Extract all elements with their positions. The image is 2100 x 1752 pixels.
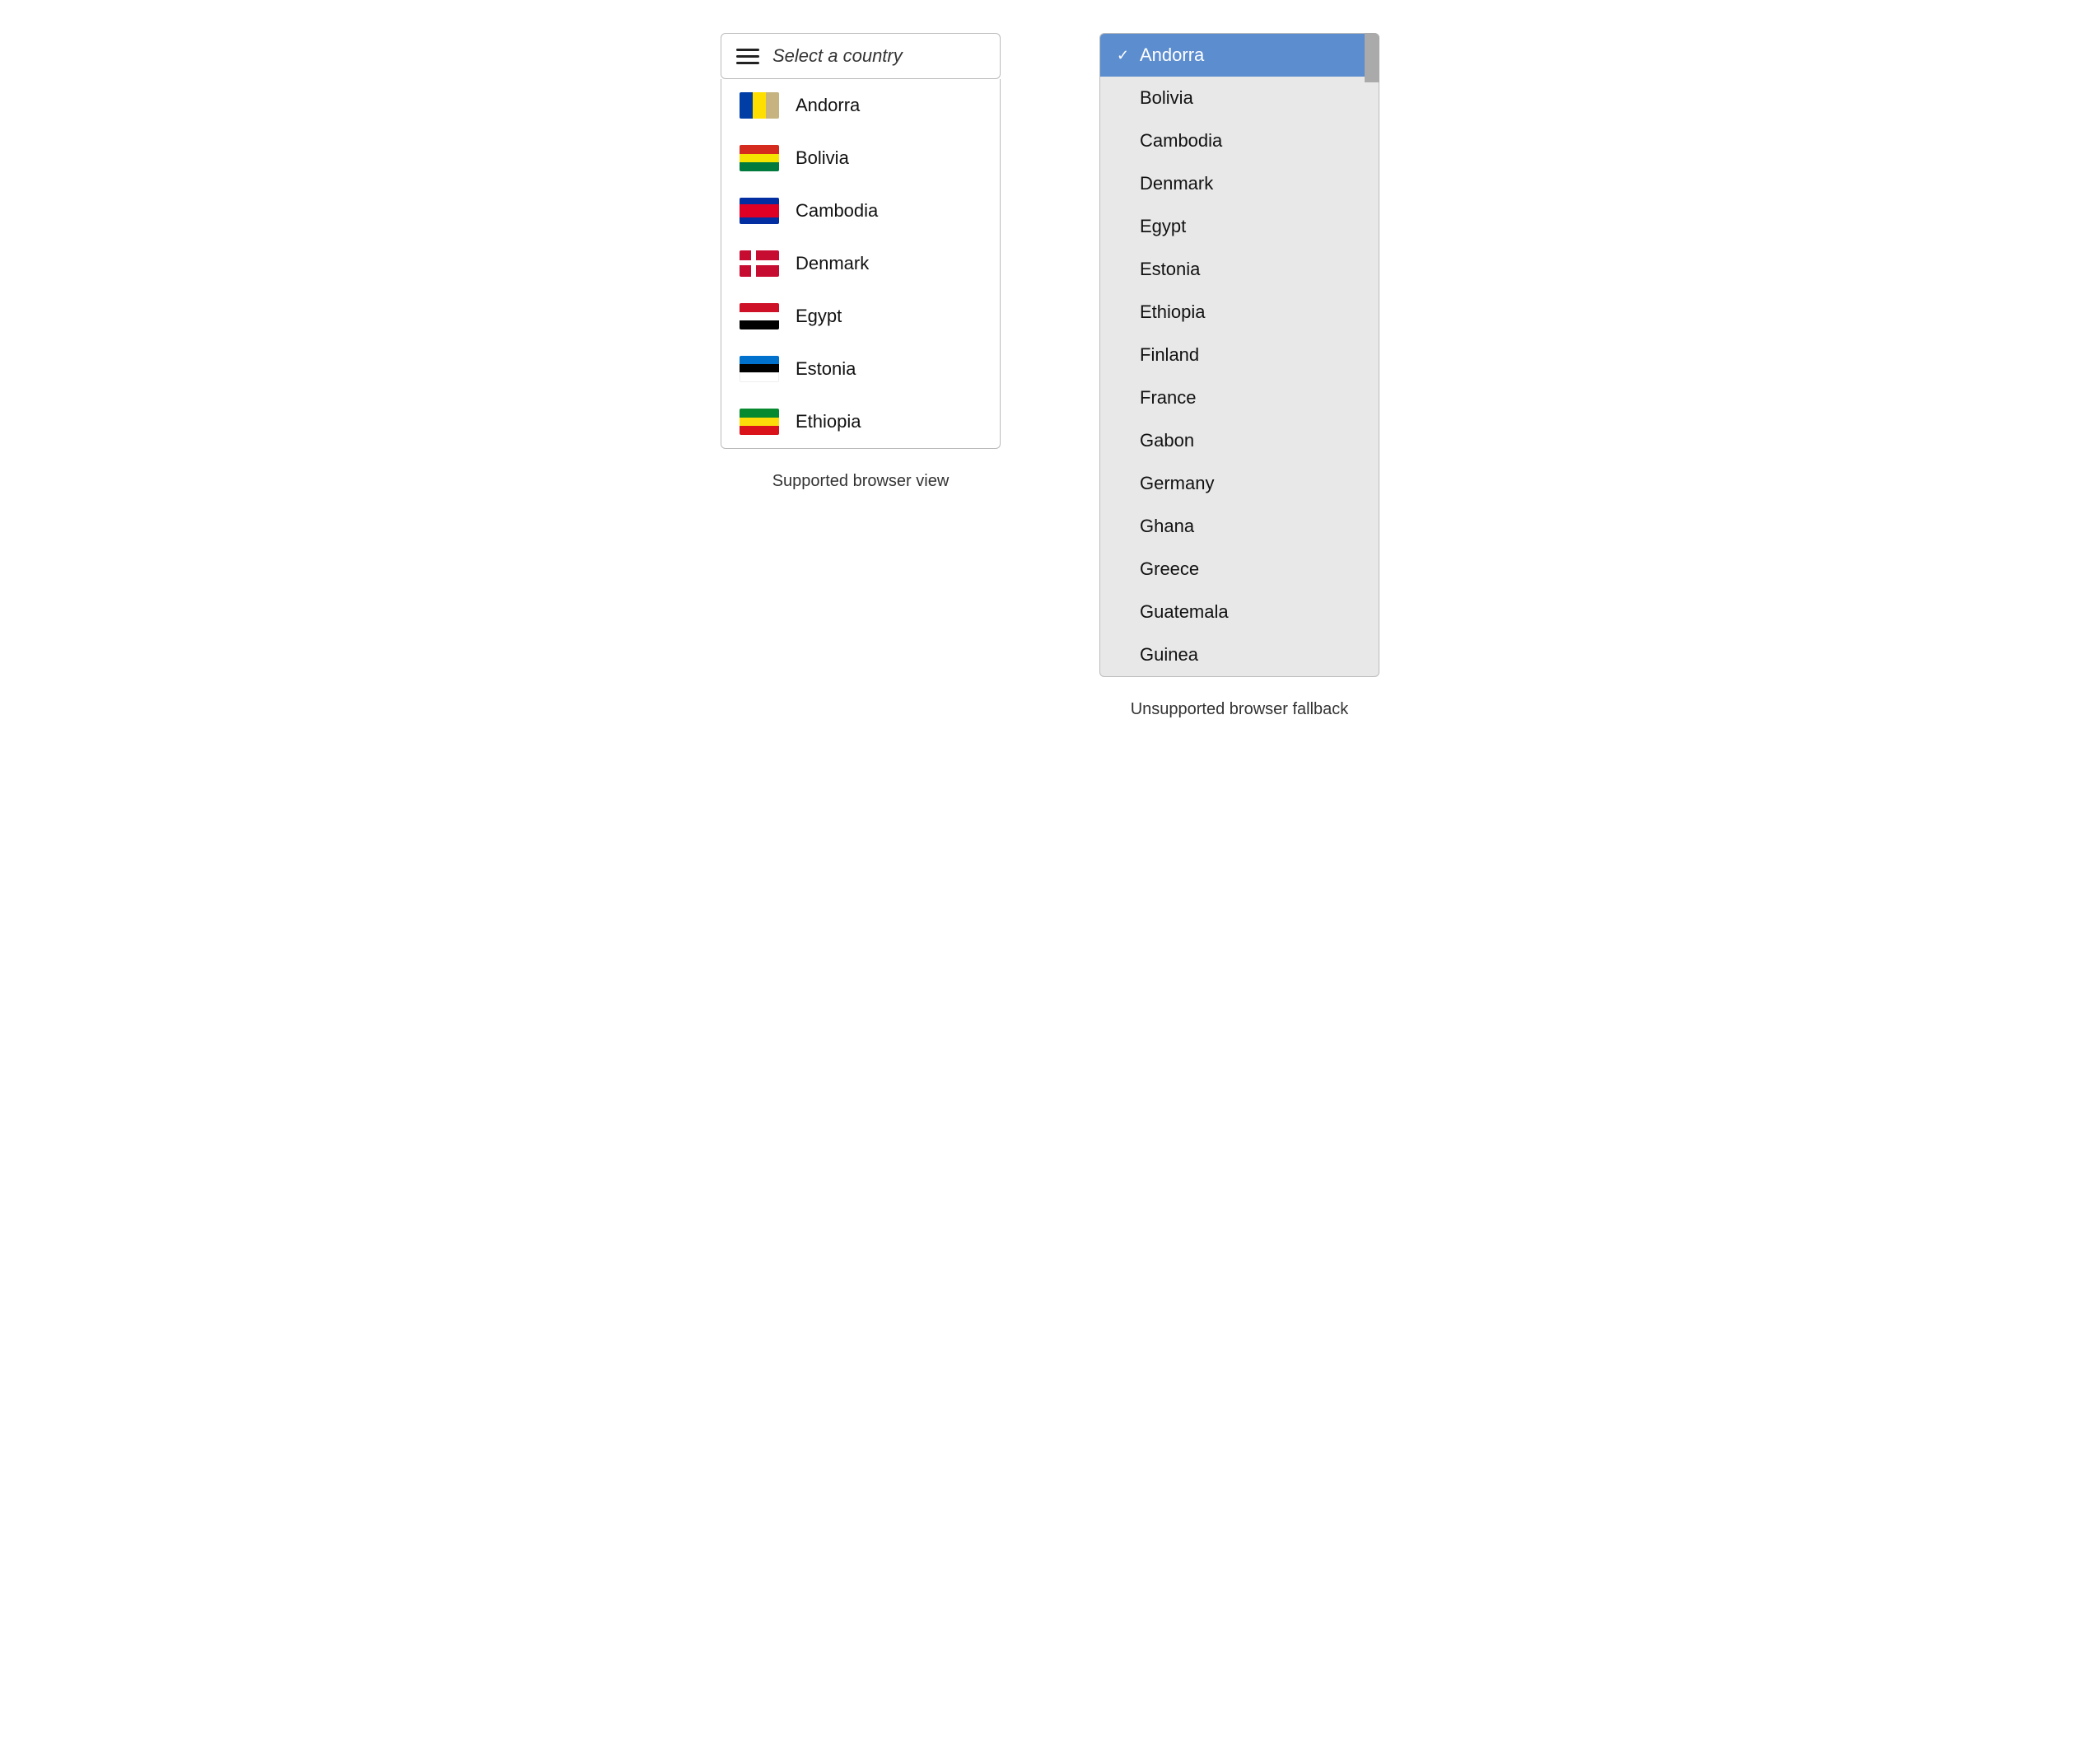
custom-dropdown[interactable]: Andorra Bolivia Camb <box>721 79 1001 449</box>
country-name: Gabon <box>1140 430 1194 451</box>
country-name: Bolivia <box>1140 87 1193 109</box>
flag-denmark <box>740 250 779 277</box>
list-item[interactable]: ✓ Cambodia <box>1100 119 1379 162</box>
right-panel-label: Unsupported browser fallback <box>1131 700 1349 719</box>
list-item[interactable]: ✓ Bolivia <box>1100 77 1379 119</box>
native-select-wrapper: ✓ Andorra ✓ Bolivia ✓ Cambodia ✓ Denmark… <box>1099 33 1379 677</box>
country-name: Estonia <box>796 358 856 380</box>
country-name: Cambodia <box>796 200 878 222</box>
select-placeholder: Select a country <box>772 45 903 67</box>
right-panel: ✓ Andorra ✓ Bolivia ✓ Cambodia ✓ Denmark… <box>1099 33 1379 719</box>
list-item[interactable]: ✓ France <box>1100 376 1379 419</box>
flag-ethiopia <box>740 409 779 435</box>
select-trigger[interactable]: Select a country <box>721 33 1001 79</box>
flag-cambodia <box>740 198 779 224</box>
check-mark-icon: ✓ <box>1117 47 1133 64</box>
country-name: Estonia <box>1140 259 1200 280</box>
list-item[interactable]: Andorra <box>721 79 1000 132</box>
list-item[interactable]: ✓ Denmark <box>1100 162 1379 205</box>
list-item[interactable]: ✓ Andorra <box>1100 34 1379 77</box>
list-item[interactable]: ✓ Estonia <box>1100 248 1379 291</box>
list-item[interactable]: Cambodia <box>721 185 1000 237</box>
country-name: Andorra <box>1140 44 1204 66</box>
country-name: Denmark <box>796 253 869 274</box>
country-name: Ethiopia <box>796 411 861 432</box>
list-item[interactable]: ✓ Greece <box>1100 548 1379 591</box>
country-name: Finland <box>1140 344 1199 366</box>
country-name: Germany <box>1140 473 1214 494</box>
left-panel: Select a country Andorra <box>721 33 1001 491</box>
country-name: Andorra <box>796 95 860 116</box>
list-item[interactable]: Estonia <box>721 343 1000 395</box>
page-wrapper: Select a country Andorra <box>721 33 1379 719</box>
list-item[interactable]: ✓ Finland <box>1100 334 1379 376</box>
flag-bolivia <box>740 145 779 171</box>
list-item[interactable]: ✓ Egypt <box>1100 205 1379 248</box>
list-item[interactable]: Egypt <box>721 290 1000 343</box>
list-item[interactable]: Ethiopia <box>721 395 1000 448</box>
country-name: Cambodia <box>1140 130 1222 152</box>
country-name: Denmark <box>1140 173 1213 194</box>
native-select-box[interactable]: ✓ Andorra ✓ Bolivia ✓ Cambodia ✓ Denmark… <box>1099 33 1379 677</box>
hamburger-icon <box>736 49 759 64</box>
country-name: Egypt <box>796 306 842 327</box>
list-item[interactable]: ✓ Guinea <box>1100 633 1379 676</box>
list-item[interactable]: Denmark <box>721 237 1000 290</box>
country-name: Guinea <box>1140 644 1198 666</box>
country-name: Greece <box>1140 558 1199 580</box>
list-item[interactable]: ✓ Gabon <box>1100 419 1379 462</box>
flag-estonia <box>740 356 779 382</box>
country-name: Ethiopia <box>1140 301 1206 323</box>
scrollbar-handle[interactable] <box>1365 33 1379 82</box>
left-panel-label: Supported browser view <box>772 472 950 491</box>
list-item[interactable]: ✓ Ghana <box>1100 505 1379 548</box>
country-name: Bolivia <box>796 147 849 169</box>
flag-andorra <box>740 92 779 119</box>
flag-egypt <box>740 303 779 329</box>
list-item[interactable]: ✓ Germany <box>1100 462 1379 505</box>
country-name: France <box>1140 387 1196 409</box>
custom-select-container: Select a country Andorra <box>721 33 1001 449</box>
country-name: Guatemala <box>1140 601 1229 623</box>
country-name: Ghana <box>1140 516 1194 537</box>
country-name: Egypt <box>1140 216 1186 237</box>
list-item[interactable]: ✓ Ethiopia <box>1100 291 1379 334</box>
list-item[interactable]: Bolivia <box>721 132 1000 185</box>
list-item[interactable]: ✓ Guatemala <box>1100 591 1379 633</box>
